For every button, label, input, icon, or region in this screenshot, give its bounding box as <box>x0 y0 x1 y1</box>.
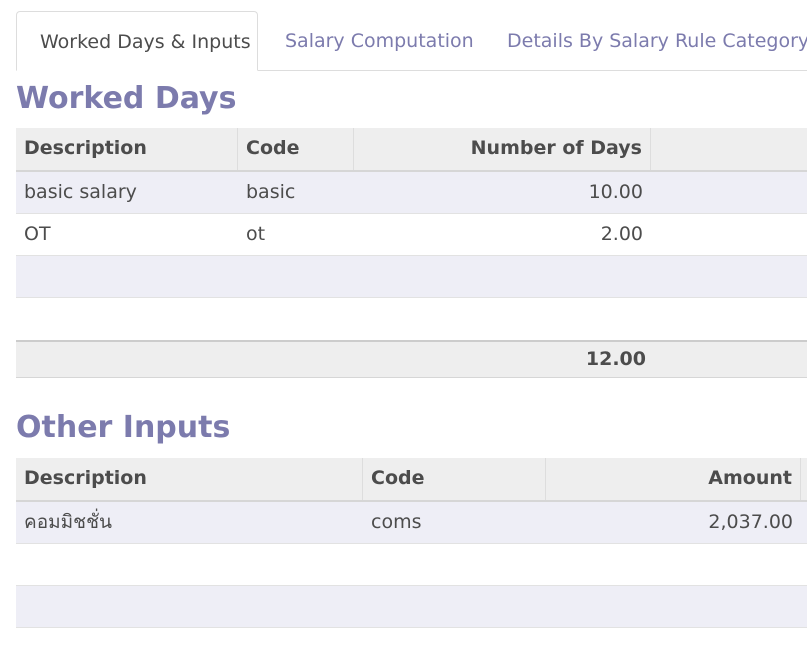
tab-details-by-salary-rule-category[interactable]: Details By Salary Rule Category <box>484 11 807 71</box>
column-header-code[interactable]: Code <box>238 128 354 170</box>
row-description: basic salary <box>24 181 137 203</box>
other-inputs-table: Description Code Amount คอมมิชชั่น coms … <box>16 458 807 628</box>
notebook-tabs: Worked Days & Inputs Salary Computation … <box>16 11 807 71</box>
column-header-description[interactable]: Description <box>16 458 363 500</box>
row-description: OT <box>24 223 51 245</box>
row-code: basic <box>246 181 296 203</box>
row-amount: 2,037.00 <box>708 511 793 533</box>
column-header-description[interactable]: Description <box>16 128 238 170</box>
empty-row <box>16 586 807 628</box>
worked-days-header-row: Description Code Number of Days N <box>16 128 807 172</box>
total-number-of-days: 12.00 <box>585 348 646 370</box>
empty-row <box>16 298 807 340</box>
empty-row <box>16 256 807 298</box>
column-header-number-of-hours[interactable]: N <box>651 128 807 170</box>
table-row[interactable]: OT ot 2.00 <box>16 214 807 256</box>
column-header-extra <box>801 458 807 500</box>
row-number-of-days: 2.00 <box>600 223 643 245</box>
other-inputs-title: Other Inputs <box>16 410 231 445</box>
row-description: คอมมิชชั่น <box>24 511 112 533</box>
worked-days-title: Worked Days <box>16 81 237 116</box>
column-header-code[interactable]: Code <box>363 458 546 500</box>
other-inputs-header-row: Description Code Amount <box>16 458 807 502</box>
tab-worked-days-inputs[interactable]: Worked Days & Inputs <box>16 11 258 71</box>
tab-salary-computation[interactable]: Salary Computation <box>262 11 497 71</box>
worked-days-total-row: 12.00 <box>16 340 807 378</box>
row-code: coms <box>371 511 422 533</box>
row-number-of-days: 10.00 <box>588 181 643 203</box>
table-row[interactable]: basic salary basic 10.00 <box>16 172 807 214</box>
table-row[interactable]: คอมมิชชั่น coms 2,037.00 <box>16 502 807 544</box>
column-header-number-of-days[interactable]: Number of Days <box>354 128 651 170</box>
worked-days-table: Description Code Number of Days N basic … <box>16 128 807 378</box>
empty-row <box>16 544 807 586</box>
payslip-form: Worked Days & Inputs Salary Computation … <box>0 0 807 650</box>
row-code: ot <box>246 223 266 245</box>
column-header-amount[interactable]: Amount <box>546 458 801 500</box>
